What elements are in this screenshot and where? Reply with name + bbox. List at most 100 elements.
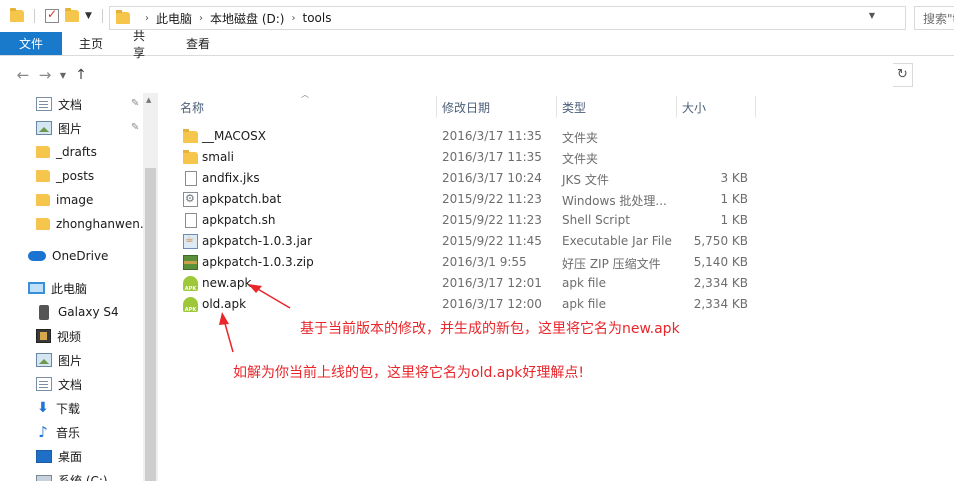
sidebar-item-this-pc[interactable]: 此电脑 — [28, 277, 87, 299]
column-header-type[interactable]: 类型 — [562, 93, 586, 121]
sidebar-item-desktop[interactable]: 桌面 — [36, 445, 82, 467]
file-row-new-apk[interactable]: new.apk 2016/3/17 12:01 apk file 2,334 K… — [178, 273, 758, 294]
folder-icon — [36, 194, 50, 206]
ribbon-tabs: 文件 主页 共享 查看 — [0, 29, 954, 60]
file-date: 2016/3/17 12:00 — [442, 297, 542, 311]
file-name: new.apk — [202, 276, 252, 290]
breadcrumb-this-pc[interactable]: 此电脑 — [156, 10, 192, 27]
file-icon — [185, 213, 197, 228]
back-icon[interactable]: ← — [12, 66, 34, 84]
this-pc-icon — [28, 282, 45, 294]
sidebar-item-documents[interactable]: 文档 — [36, 373, 82, 395]
drive-icon — [36, 475, 52, 481]
tab-home[interactable]: 主页 — [62, 32, 120, 55]
sidebar-item-galaxy-s4[interactable]: Galaxy S4 — [36, 301, 119, 323]
nav-scrollbar-thumb[interactable] — [145, 168, 156, 481]
sidebar-item-documents-pinned[interactable]: 文档 — [36, 93, 82, 115]
file-row-apkpatch-zip[interactable]: apkpatch-1.0.3.zip 2016/3/1 9:55 好压 ZIP … — [178, 252, 758, 273]
pin-icon[interactable]: ✎ — [131, 122, 139, 133]
file-size: 5,750 KB — [693, 234, 748, 248]
file-date: 2015/9/22 11:23 — [442, 192, 542, 206]
file-row-apkpatch-jar[interactable]: apkpatch-1.0.3.jar 2015/9/22 11:45 Execu… — [178, 231, 758, 252]
onedrive-icon — [28, 251, 46, 261]
properties-icon[interactable] — [45, 7, 59, 23]
sidebar-item-drive-c[interactable]: 系统 (C:) — [36, 469, 108, 481]
picture-icon — [36, 121, 52, 135]
file-row-smali[interactable]: smali 2016/3/17 11:35 文件夹 — [178, 147, 758, 168]
chevron-right-icon[interactable]: › — [199, 13, 203, 24]
sidebar-item-downloads[interactable]: ⬇ 下载 — [36, 397, 80, 419]
phone-icon — [39, 304, 49, 320]
tab-view[interactable]: 查看 — [168, 32, 228, 55]
address-bar[interactable]: › 此电脑 › 本地磁盘 (D:) › tools ▼ — [109, 6, 906, 30]
sidebar-item-label: 图片 — [58, 121, 83, 136]
sidebar-item-pictures-pinned[interactable]: 图片 — [36, 117, 82, 139]
chevron-right-icon[interactable]: › — [145, 13, 149, 24]
search-input[interactable]: 搜索"t — [914, 6, 954, 30]
folder-icon[interactable] — [10, 8, 24, 22]
file-row-old-apk[interactable]: old.apk 2016/3/17 12:00 apk file 2,334 K… — [178, 294, 758, 315]
column-divider[interactable] — [436, 96, 437, 118]
sidebar-item-label: 桌面 — [58, 449, 83, 464]
annotation-new-apk: 基于当前版本的修改，并生成的新包，这里将它名为new.apk — [300, 321, 680, 337]
file-size: 5,140 KB — [693, 255, 748, 269]
recent-locations-icon[interactable]: ▼ — [56, 71, 70, 80]
sidebar-item-label: 此电脑 — [51, 281, 88, 296]
column-divider[interactable] — [755, 96, 756, 118]
sidebar-item-label: image — [56, 193, 94, 207]
file-date: 2016/3/1 9:55 — [442, 255, 527, 269]
folder-icon — [36, 170, 50, 182]
new-folder-icon[interactable] — [65, 8, 79, 22]
file-type: 文件夹 — [562, 131, 599, 145]
refresh-icon[interactable]: ↻ — [893, 63, 913, 87]
file-row-andfix-jks[interactable]: andfix.jks 2016/3/17 10:24 JKS 文件 3 KB — [178, 168, 758, 189]
file-size: 3 KB — [720, 171, 748, 185]
sidebar-item-label: 文档 — [58, 377, 83, 392]
sidebar-item-music[interactable]: ♪ 音乐 — [36, 421, 80, 443]
breadcrumb-tools[interactable]: tools — [302, 11, 331, 25]
sidebar-item-label: 图片 — [58, 353, 83, 368]
sidebar-item-label: 系统 (C:) — [58, 473, 108, 481]
sidebar-item-label: _drafts — [56, 145, 97, 159]
sidebar-item-label: 下载 — [56, 401, 81, 416]
scroll-up-icon[interactable]: ▲ — [146, 96, 151, 104]
sidebar-item-drafts[interactable]: _drafts — [36, 141, 97, 163]
video-icon — [36, 329, 51, 343]
breadcrumb-drive-d[interactable]: 本地磁盘 (D:) — [210, 10, 284, 27]
sidebar-item-image[interactable]: image — [36, 189, 93, 211]
column-divider[interactable] — [676, 96, 677, 118]
pin-icon[interactable]: ✎ — [131, 98, 139, 109]
sidebar-item-videos[interactable]: 视频 — [36, 325, 81, 347]
file-icon — [185, 171, 197, 186]
forward-icon[interactable]: → — [34, 66, 56, 84]
sidebar-item-zhonghanwen[interactable]: zhonghanwen.g — [36, 213, 151, 235]
sidebar-item-posts[interactable]: _posts — [36, 165, 94, 187]
file-type: 文件夹 — [562, 152, 599, 166]
file-type: Windows 批处理... — [562, 194, 667, 208]
sidebar-item-pictures[interactable]: 图片 — [36, 349, 82, 371]
file-row-macosx[interactable]: __MACOSX 2016/3/17 11:35 文件夹 — [178, 126, 758, 147]
file-type: JKS 文件 — [562, 173, 609, 187]
tab-file[interactable]: 文件 — [0, 32, 62, 55]
jar-icon — [183, 234, 198, 249]
column-header-date[interactable]: 修改日期 — [442, 93, 490, 121]
file-size: 1 KB — [720, 213, 748, 227]
navigation-bar: ← → ▼ ↑ — [0, 57, 954, 93]
up-icon[interactable]: ↑ — [70, 67, 92, 83]
file-type: Executable Jar File — [562, 234, 672, 248]
download-icon: ⬇ — [37, 400, 49, 416]
folder-icon — [36, 218, 50, 230]
column-header-size[interactable]: 大小 — [682, 93, 706, 121]
file-row-apkpatch-bat[interactable]: apkpatch.bat 2015/9/22 11:23 Windows 批处理… — [178, 189, 758, 210]
sidebar-item-onedrive[interactable]: OneDrive — [28, 245, 108, 267]
customize-quick-access-icon[interactable]: ▼ — [85, 11, 92, 21]
file-name: old.apk — [202, 297, 247, 311]
divider — [34, 9, 35, 23]
column-divider[interactable] — [556, 96, 557, 118]
chevron-right-icon[interactable]: › — [291, 13, 295, 24]
chevron-down-icon[interactable]: ▼ — [869, 11, 875, 20]
file-name: andfix.jks — [202, 171, 260, 185]
file-row-apkpatch-sh[interactable]: apkpatch.sh 2015/9/22 11:23 Shell Script… — [178, 210, 758, 231]
column-header-name[interactable]: 名称 — [180, 93, 204, 121]
tab-share[interactable]: 共享 — [120, 29, 168, 60]
